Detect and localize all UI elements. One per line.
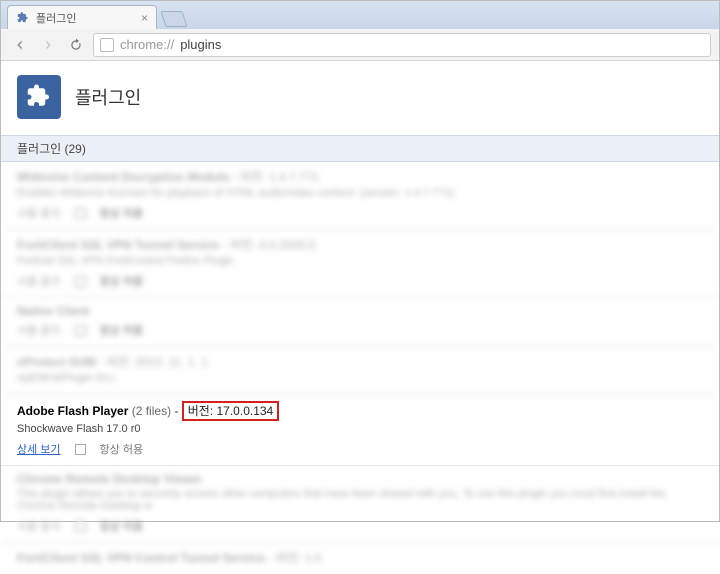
plugin-row: Widevine Content Decryption Module - 버전:… (1, 162, 719, 230)
url-path: plugins (180, 37, 221, 52)
browser-tab[interactable]: 플러그인 × (7, 5, 157, 29)
browser-tabstrip: 플러그인 × (1, 1, 719, 29)
plugin-name: Widevine Content Decryption Module (17, 170, 230, 184)
plugin-name: FortiClient SSL VPN Tunnel Service (17, 238, 219, 252)
always-allow-checkbox[interactable] (75, 276, 86, 287)
puzzle-icon (16, 11, 30, 25)
plugin-meta: - 버전: 1.0 (269, 551, 322, 565)
plugin-files: (2 files) (132, 404, 171, 418)
disable-link[interactable]: 사용 중지 (17, 518, 61, 534)
always-allow-label: 항상 허용 (100, 441, 144, 457)
always-allow-label: 항상 허용 (100, 273, 144, 289)
details-link[interactable]: 상세 보기 (17, 441, 61, 457)
new-tab-button[interactable] (160, 11, 187, 27)
forward-button[interactable] (37, 34, 59, 56)
always-allow-label: 항상 허용 (100, 518, 144, 534)
plugin-row: FortiClient SSL VPN Control Tunnel Servi… (1, 543, 719, 574)
puzzle-icon (17, 75, 61, 119)
plugin-row: nProtect SUM - 버전: 2013. 11. 1. 1 npENKW… (1, 347, 719, 395)
plugin-name: Native Client (17, 304, 90, 318)
plugin-desc: Shockwave Flash 17.0 r0 (17, 423, 703, 435)
address-bar[interactable]: chrome:// plugins (93, 33, 711, 57)
page-icon (100, 38, 114, 52)
plugin-row: Chrome Remote Desktop Viewer This plugin… (1, 466, 719, 543)
url-scheme: chrome:// (120, 37, 174, 52)
count-label: 플러그인 (17, 142, 61, 156)
plugin-name: Chrome Remote Desktop Viewer (17, 472, 202, 486)
count-value: (29) (65, 142, 86, 156)
plugin-meta: - 버전: 4.0.2020.0 (223, 238, 316, 252)
plugin-row: Native Client 사용 중지 항상 허용 (1, 298, 719, 347)
always-allow-checkbox[interactable] (75, 208, 86, 219)
plugin-name: nProtect SUM (17, 355, 96, 369)
disable-link[interactable]: 사용 중지 (17, 273, 61, 289)
always-allow-label: 항상 허용 (100, 205, 144, 221)
plugin-desc: Fortinet SSL VPN FortiControl Firefox Pl… (17, 255, 703, 267)
page-title: 플러그인 (75, 84, 141, 110)
page-header: 플러그인 (1, 61, 719, 135)
close-icon[interactable]: × (141, 11, 148, 25)
plugin-desc: This plugin allows you to securely acces… (17, 488, 703, 512)
always-allow-checkbox[interactable] (75, 521, 86, 532)
plugin-name: FortiClient SSL VPN Control Tunnel Servi… (17, 551, 265, 565)
tab-title: 플러그인 (36, 10, 76, 26)
always-allow-checkbox[interactable] (75, 444, 86, 455)
plugin-desc: Enables Widevine licenses for playback o… (17, 187, 703, 199)
always-allow-checkbox[interactable] (75, 325, 86, 336)
plugin-count-bar: 플러그인 (29) (1, 135, 719, 162)
back-button[interactable] (9, 34, 31, 56)
disable-link[interactable]: 사용 중지 (17, 205, 61, 221)
plugin-meta: - 버전: 1.4.7.771 (233, 170, 319, 184)
plugin-desc: npENKWPlugin DLL (17, 372, 703, 384)
version-highlight: 버전: 17.0.0.134 (182, 401, 279, 421)
always-allow-label: 항상 허용 (100, 322, 144, 338)
plugin-name: Adobe Flash Player (17, 404, 128, 418)
plugin-list: Widevine Content Decryption Module - 버전:… (1, 162, 719, 574)
plugin-meta: - 버전: 2013. 11. 1. 1 (99, 355, 208, 369)
plugin-row: FortiClient SSL VPN Tunnel Service - 버전:… (1, 230, 719, 298)
disable-link[interactable]: 사용 중지 (17, 322, 61, 338)
reload-button[interactable] (65, 34, 87, 56)
browser-toolbar: chrome:// plugins (1, 29, 719, 61)
plugin-row-flash: Adobe Flash Player (2 files) - 버전: 17.0.… (1, 395, 719, 466)
plugin-version: 버전: 17.0.0.134 (188, 404, 273, 418)
